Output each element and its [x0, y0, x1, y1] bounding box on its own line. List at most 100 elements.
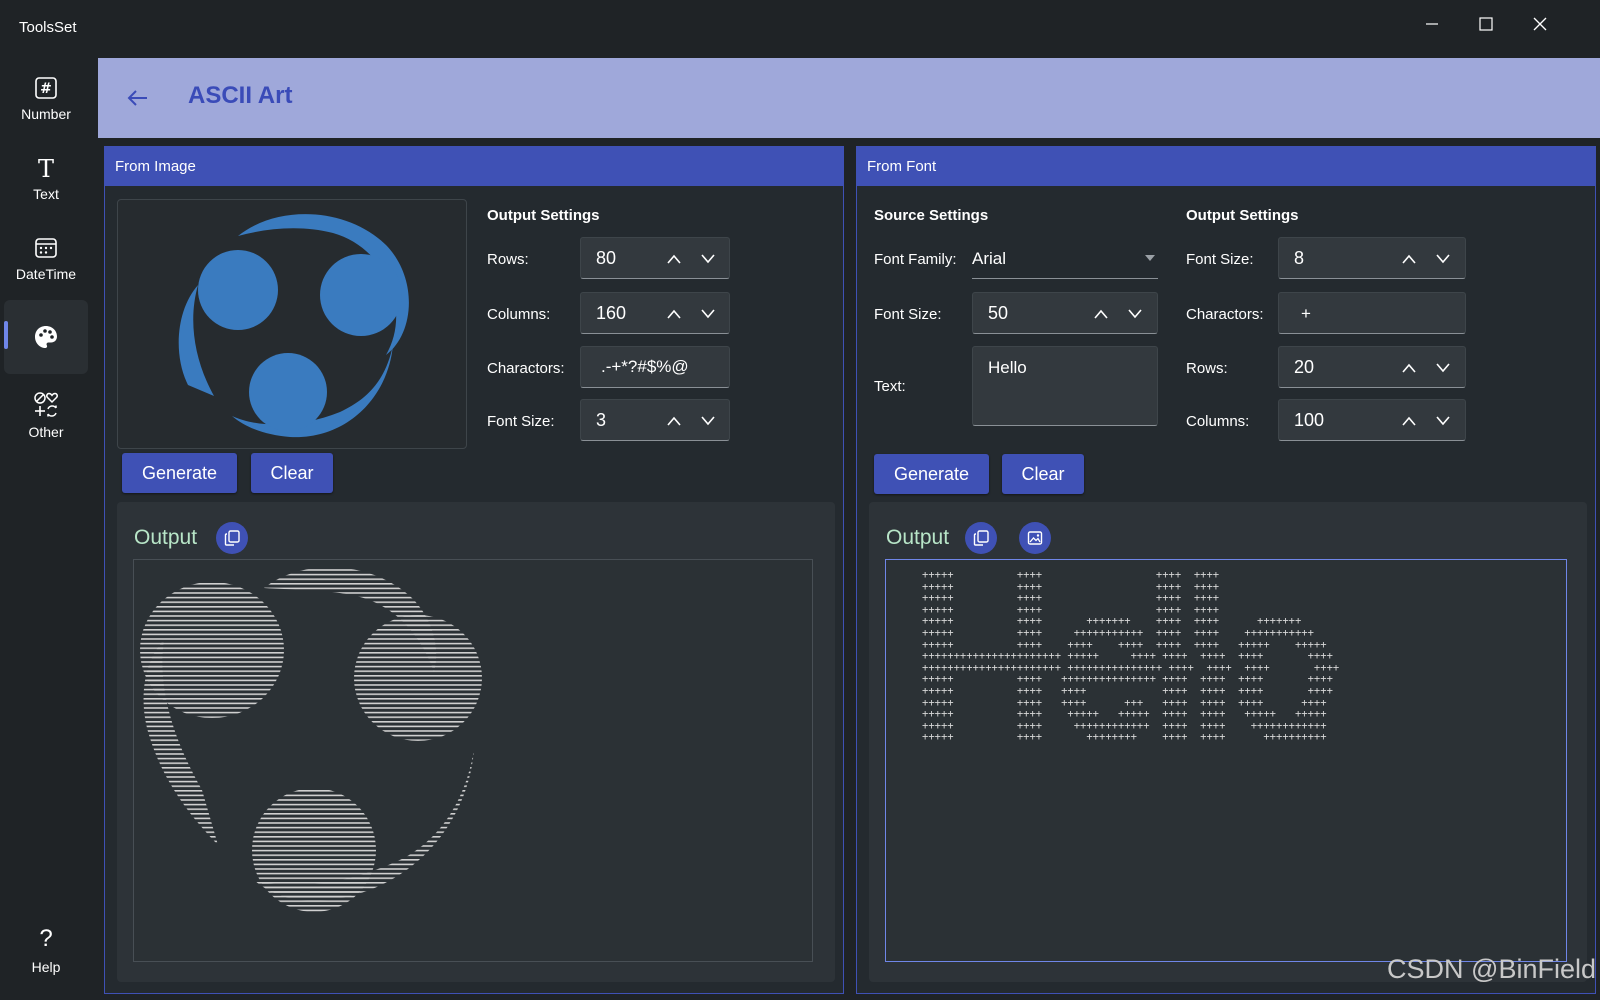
shapes-icon: [34, 392, 58, 417]
output-title: Output: [134, 526, 198, 549]
text-label: Text:: [874, 378, 906, 395]
page-header: ASCII Art: [98, 58, 1600, 138]
app-title: ToolsSet: [19, 19, 77, 36]
columns-stepper[interactable]: 160: [580, 292, 730, 334]
clear-button[interactable]: Clear: [1002, 454, 1084, 494]
sidebar-item-label: Other: [28, 424, 64, 440]
svg-text:T: T: [38, 156, 54, 180]
sidebar-item-text[interactable]: T Text: [4, 142, 88, 216]
font-size-label: Font Size:: [874, 306, 942, 323]
hash-icon: #: [35, 77, 57, 99]
chevron-down-icon[interactable]: [698, 411, 718, 431]
sidebar-item-other[interactable]: Other: [4, 378, 88, 452]
chevron-down-icon[interactable]: [698, 304, 718, 324]
sidebar-item-asciiart[interactable]: [4, 300, 88, 374]
font-size-value: 3: [596, 410, 607, 430]
charactors-value: +: [1301, 304, 1311, 323]
sidebar-item-help[interactable]: ? Help: [4, 910, 88, 990]
ascii-output-area[interactable]: +++++ ++++ ++++ ++++ +++++ ++++ ++++ +++…: [885, 559, 1567, 962]
copy-button[interactable]: [965, 522, 997, 554]
chevron-down-icon[interactable]: [1433, 358, 1453, 378]
title-bar: ToolsSet: [0, 0, 1600, 58]
chevron-down-icon[interactable]: [698, 249, 718, 269]
columns-stepper[interactable]: 100: [1278, 399, 1466, 441]
font-family-select[interactable]: Arial: [972, 237, 1158, 279]
close-icon: [1533, 17, 1547, 31]
out-font-size-label: Font Size:: [1186, 251, 1254, 268]
active-indicator: [4, 321, 8, 349]
rows-label: Rows:: [487, 251, 529, 268]
output-title: Output: [886, 526, 950, 549]
chevron-up-icon[interactable]: [1091, 304, 1111, 324]
chevron-up-icon[interactable]: [1399, 411, 1419, 431]
svg-text:#: #: [40, 81, 52, 97]
chevron-up-icon[interactable]: [1399, 249, 1419, 269]
output-settings-title: Output Settings: [487, 207, 600, 224]
copy-button[interactable]: [216, 522, 248, 554]
maximize-icon: [1479, 17, 1493, 31]
font-family-label: Font Family:: [874, 251, 957, 268]
ascii-output-area[interactable]: [133, 559, 813, 962]
source-settings-title: Source Settings: [874, 207, 989, 224]
columns-label: Columns:: [1186, 413, 1250, 430]
columns-value: 100: [1294, 410, 1325, 430]
calendar-icon: [35, 238, 57, 258]
charactors-input[interactable]: +: [1278, 292, 1466, 334]
page-title: ASCII Art: [188, 82, 293, 109]
chevron-down-icon[interactable]: [1433, 249, 1453, 269]
logo-image: [178, 214, 409, 438]
minimize-icon: [1426, 23, 1438, 25]
clear-button[interactable]: Clear: [251, 453, 333, 493]
chevron-up-icon[interactable]: [664, 411, 684, 431]
copy-icon: [973, 530, 989, 546]
output-card: Output: [117, 502, 835, 982]
charactors-label: Charactors:: [487, 360, 565, 377]
from-font-panel: From Font Source Settings Font Family: A…: [856, 146, 1596, 994]
close-button[interactable]: [1520, 8, 1560, 40]
save-image-button[interactable]: [1019, 522, 1051, 554]
app-window: ToolsSet # Number T Text DateTime Other …: [0, 0, 1600, 1000]
font-size-stepper[interactable]: 3: [580, 399, 730, 441]
rows-label: Rows:: [1186, 360, 1228, 377]
charactors-input[interactable]: .-+*?#$%@: [580, 346, 730, 388]
rows-value: 80: [596, 248, 617, 268]
sidebar-item-number[interactable]: # Number: [4, 62, 88, 136]
generate-button[interactable]: Generate: [874, 454, 989, 494]
chevron-up-icon[interactable]: [664, 304, 684, 324]
text-value: Hello: [988, 358, 1027, 377]
sidebar-item-label: Number: [21, 106, 71, 122]
sidebar-item-datetime[interactable]: DateTime: [4, 222, 88, 296]
sidebar-nav: # Number T Text DateTime Other ? Help: [0, 58, 96, 1000]
font-size-stepper[interactable]: 50: [972, 292, 1158, 334]
palette-icon: [35, 326, 57, 348]
chevron-down-icon[interactable]: [1125, 304, 1145, 324]
image-icon: [1027, 531, 1043, 545]
source-image[interactable]: [117, 199, 467, 449]
font-size-label: Font Size:: [487, 413, 555, 430]
chevron-up-icon[interactable]: [664, 249, 684, 269]
minimize-button[interactable]: [1412, 8, 1452, 40]
sidebar-item-label: Text: [33, 186, 59, 202]
caret-down-icon: [1145, 255, 1155, 261]
rows-stepper[interactable]: 20: [1278, 346, 1466, 388]
ascii-hello-text: +++++ ++++ ++++ ++++ +++++ ++++ ++++ +++…: [922, 569, 1340, 744]
out-font-size-stepper[interactable]: 8: [1278, 237, 1466, 279]
watermark: CSDN @BinField: [1387, 954, 1596, 984]
chevron-up-icon[interactable]: [1399, 358, 1419, 378]
text-input[interactable]: Hello: [972, 346, 1158, 426]
sidebar-item-label: DateTime: [15, 266, 77, 282]
charactors-value: .-+*?#$%@: [601, 357, 689, 376]
help-icon: ?: [39, 925, 53, 952]
font-size-value: 50: [988, 303, 1009, 323]
maximize-button[interactable]: [1466, 8, 1506, 40]
arrow-left-icon: [127, 90, 147, 106]
chevron-down-icon[interactable]: [1433, 411, 1453, 431]
font-family-value: Arial: [972, 249, 1007, 268]
generate-button[interactable]: Generate: [122, 453, 237, 493]
back-button[interactable]: [122, 82, 154, 114]
ascii-art-image: [140, 567, 482, 912]
copy-icon: [224, 530, 240, 546]
rows-stepper[interactable]: 80: [580, 237, 730, 279]
text-icon: T: [38, 156, 54, 180]
columns-label: Columns:: [487, 306, 551, 323]
